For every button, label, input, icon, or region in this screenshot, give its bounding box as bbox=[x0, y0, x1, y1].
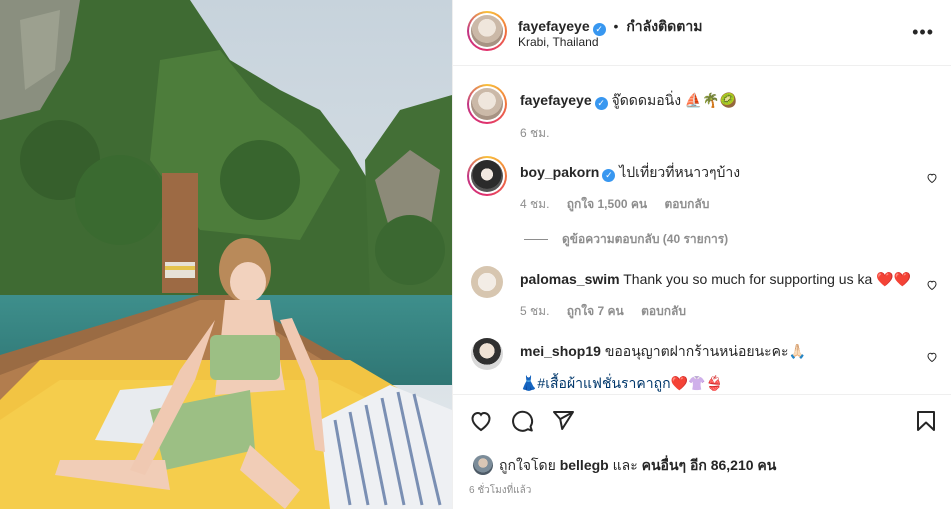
comment-avatar[interactable] bbox=[467, 156, 507, 196]
heart-icon[interactable] bbox=[469, 409, 493, 433]
comment-icon[interactable] bbox=[510, 409, 534, 433]
comment-username[interactable]: boy_pakorn bbox=[520, 164, 599, 180]
caption-username[interactable]: fayefayeye bbox=[520, 92, 592, 108]
location-link[interactable]: Krabi, Thailand bbox=[518, 35, 599, 49]
bookmark-icon[interactable] bbox=[914, 409, 938, 433]
caption-time[interactable]: 6 ชม. bbox=[520, 126, 549, 140]
reply-button[interactable]: ตอบกลับ bbox=[664, 197, 709, 211]
comment-likes[interactable]: ถูกใจ 7 คน bbox=[567, 304, 624, 318]
comment-text: ไปเที่ยวที่หนาวๆบ้าง bbox=[619, 164, 741, 180]
comment-username[interactable]: mei_shop19 bbox=[520, 343, 601, 359]
heart-icon[interactable] bbox=[926, 172, 938, 184]
comment-username[interactable]: palomas_swim bbox=[520, 271, 620, 287]
view-replies-button[interactable]: ดูข้อความตอบกลับ (40 รายการ) bbox=[524, 230, 728, 249]
comment-likes[interactable]: ถูกใจ 1,500 คน bbox=[567, 197, 647, 211]
caption-avatar[interactable] bbox=[467, 84, 507, 124]
post-photo[interactable] bbox=[0, 0, 452, 509]
comment-avatar[interactable] bbox=[471, 266, 503, 298]
verified-icon: ✓ bbox=[594, 97, 608, 110]
likes-and: และ bbox=[612, 457, 638, 473]
verified-icon: ✓ bbox=[602, 169, 616, 182]
comment-text: Thank you so much for supporting us ka ❤… bbox=[623, 271, 912, 287]
likes-prefix: ถูกใจโดย bbox=[499, 457, 556, 473]
boat-photo-image bbox=[0, 0, 452, 509]
likes-others[interactable]: คนอื่นๆ อีก 86,210 คน bbox=[642, 457, 777, 473]
share-icon[interactable] bbox=[551, 409, 575, 433]
comment-text: ขออนุญาตฝากร้านหน่อยนะคะ🙏🏻 bbox=[604, 343, 806, 359]
heart-icon[interactable] bbox=[926, 351, 938, 363]
post-detail-panel: fayefayeye ✓ • กำลังติดตาม Krabi, Thailan… bbox=[452, 0, 951, 509]
heart-icon[interactable] bbox=[926, 279, 938, 291]
separator-dot: • bbox=[613, 18, 619, 34]
view-replies-label: ดูข้อความตอบกลับ (40 รายการ) bbox=[562, 232, 729, 246]
comment-time[interactable]: 4 ชม. bbox=[520, 197, 549, 211]
following-button[interactable]: กำลังติดตาม bbox=[626, 18, 702, 34]
author-avatar[interactable] bbox=[467, 11, 507, 51]
comment-avatar[interactable] bbox=[471, 338, 503, 370]
comment-time[interactable]: 5 ชม. bbox=[520, 304, 549, 318]
caption-text: จู๊ดดดมอนิ่ง ⛵🌴🥝 bbox=[611, 92, 738, 108]
liker-avatar bbox=[473, 455, 493, 475]
more-icon[interactable]: ••• bbox=[912, 22, 934, 43]
post-timestamp[interactable]: 6 ชั่วโมงที่แล้ว bbox=[469, 483, 531, 498]
replies-line bbox=[524, 239, 548, 241]
post-actions: ถูกใจโดย bellegb และ คนอื่นๆ อีก 86,210 … bbox=[453, 394, 951, 509]
likes-summary[interactable]: ถูกใจโดย bellegb และ คนอื่นๆ อีก 86,210 … bbox=[473, 455, 776, 477]
author-username[interactable]: fayefayeye bbox=[518, 18, 590, 34]
reply-button[interactable]: ตอบกลับ bbox=[641, 304, 686, 318]
hashtag-link[interactable]: 👗#เสื้อผ้าแฟชั่นราคาถูก❤️👚👙 bbox=[520, 374, 723, 392]
comments-list[interactable]: fayefayeye ✓ จู๊ดดดมอนิ่ง ⛵🌴🥝 6 ชม. boy_p… bbox=[453, 66, 951, 394]
liker-username[interactable]: bellegb bbox=[560, 457, 609, 473]
post-header: fayefayeye ✓ • กำลังติดตาม Krabi, Thailan… bbox=[453, 0, 951, 66]
